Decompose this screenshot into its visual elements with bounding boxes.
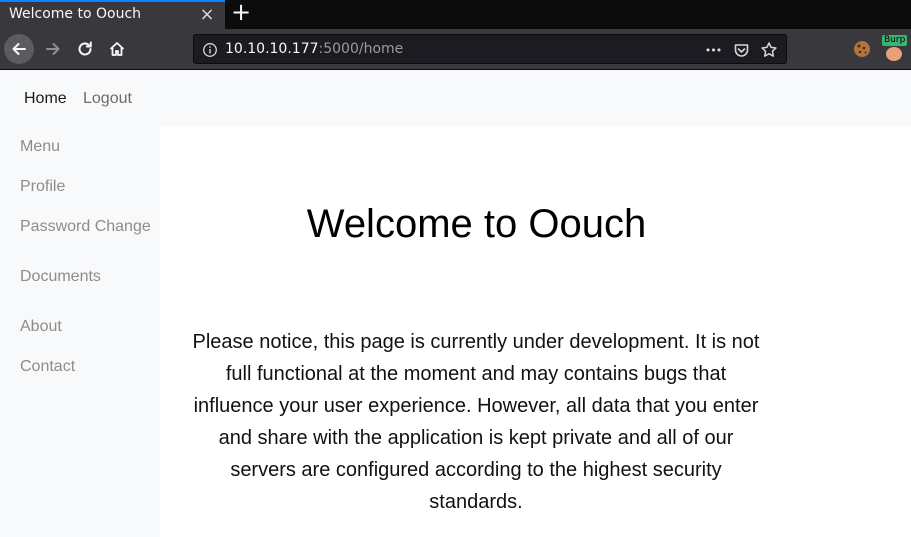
url-path: :5000/home [318,41,404,57]
burp-extension-icon[interactable]: Burp [882,35,908,63]
burp-label: Burp [882,35,908,46]
page-title: Welcome to Oouch [306,202,647,246]
close-tab-icon[interactable]: × [197,5,217,25]
url-host: 10.10.10.177 [225,41,319,57]
sidebar-item-documents[interactable]: Documents [20,268,101,286]
home-button[interactable] [102,34,132,64]
forward-button[interactable] [38,34,68,64]
page-actions-icon[interactable]: ••• [704,41,722,59]
reload-button[interactable] [70,34,100,64]
url-actions: ••• [704,41,778,59]
bookmark-star-icon[interactable] [760,41,778,59]
sidebar: Menu Profile Password Change Documents A… [0,126,160,537]
home-icon [109,42,125,56]
nav-home-link[interactable]: Home [24,90,67,108]
top-navigation: Home Logout [0,70,911,126]
cookie-extension-icon[interactable] [853,40,871,58]
browser-toolbar: 10.10.10.177:5000/home ••• Burp [0,29,911,70]
sidebar-item-menu[interactable]: Menu [20,138,60,156]
sidebar-item-profile[interactable]: Profile [20,178,65,196]
sidebar-item-password-change[interactable]: Password Change [20,218,151,236]
forward-arrow-icon [46,43,60,55]
address-bar[interactable]: 10.10.10.177:5000/home ••• [193,34,787,64]
reload-icon [78,41,92,56]
browser-tab[interactable]: Welcome to Oouch × [0,0,225,29]
tab-strip: Welcome to Oouch × + [0,0,911,29]
tab-title: Welcome to Oouch [9,6,142,22]
back-arrow-icon [12,43,26,55]
new-tab-icon[interactable]: + [230,0,252,25]
development-notice: Please notice, this page is currently un… [192,331,760,513]
nav-logout-link[interactable]: Logout [83,90,132,108]
sidebar-item-about[interactable]: About [20,318,62,336]
back-button[interactable] [4,34,34,64]
burp-face-icon [886,47,902,61]
pocket-icon[interactable] [732,41,750,59]
sidebar-item-contact[interactable]: Contact [20,358,75,376]
url-text[interactable]: 10.10.10.177:5000/home [225,41,403,57]
page-content: Home Logout Menu Profile Password Change… [0,70,911,537]
info-icon[interactable] [202,42,218,58]
